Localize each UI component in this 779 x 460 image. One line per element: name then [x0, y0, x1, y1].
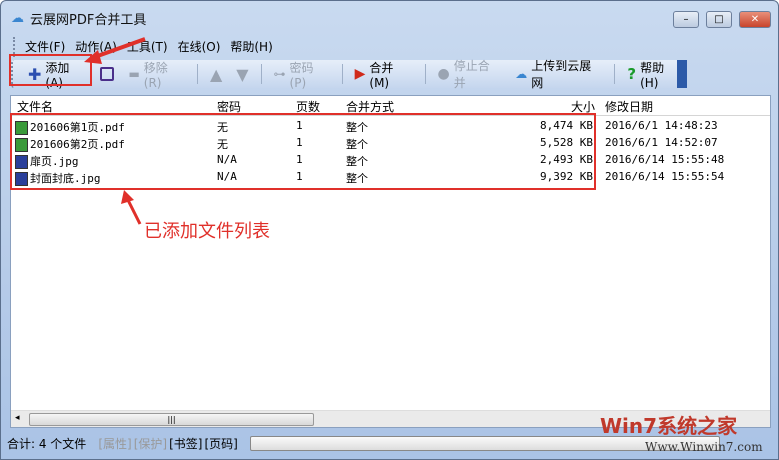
annotation-arrow-add — [84, 37, 146, 64]
upload-label: 上传到云展网 — [531, 59, 592, 90]
separator — [614, 64, 616, 84]
cloud-icon: ☁ — [515, 67, 528, 81]
bookmark-button[interactable]: [书签] — [169, 435, 202, 452]
separator — [341, 64, 343, 84]
date-text: 2016/6/1 14:48:23 — [605, 119, 718, 132]
arrow-up-icon: ▲ — [209, 64, 223, 84]
date-text: 2016/6/1 14:52:07 — [605, 136, 718, 149]
help-label: 帮助(H) — [640, 60, 665, 90]
col-date[interactable]: 修改日期 — [605, 98, 653, 115]
merge-button[interactable]: ▶ 合并(M) — [350, 61, 418, 90]
cell-date: 2016/6/1 14:48:23 — [605, 119, 718, 132]
move-up-button[interactable]: ▲ — [205, 62, 227, 86]
stop-merge-button[interactable]: ● 停止合并 — [433, 59, 507, 90]
stop-label: 停止合并 — [453, 59, 490, 90]
date-text: 2016/6/14 15:55:54 — [605, 170, 725, 183]
attr-button[interactable]: [属性] — [98, 435, 131, 452]
watermark-url: Www.Winwin7.com — [645, 440, 763, 454]
cloud-icon: ☁ — [11, 11, 24, 26]
cell-date: 2016/6/1 14:52:07 — [605, 136, 718, 149]
scroll-left-icon[interactable]: ◂ — [15, 413, 20, 423]
separator — [260, 64, 262, 84]
minus-icon: ▬ — [128, 67, 140, 81]
menu-online[interactable]: 在线(O) — [178, 37, 221, 57]
key-icon: ⊶ — [273, 67, 286, 81]
title-bar: ☁ 云展网PDF合并工具 — [11, 9, 146, 28]
cell-date: 2016/6/14 15:55:54 — [605, 170, 724, 183]
date-text: 2016/6/14 15:55:48 — [605, 153, 725, 166]
separator — [196, 64, 198, 84]
maximize-button[interactable]: □ — [706, 11, 732, 28]
merge-label: 合并(M) — [369, 60, 394, 90]
toolbar-overflow-button[interactable] — [677, 60, 687, 88]
file-count: 合计: 4 个文件 — [7, 436, 87, 451]
arrow-down-icon: ▼ — [236, 64, 249, 84]
help-icon: ? — [627, 65, 637, 83]
app-window: ☁ 云展网PDF合并工具 – □ ✕ 文件(F) 动作(A) 工具(T) 在线(O… — [0, 0, 779, 460]
cell-date: 2016/6/14 15:55:48 — [605, 153, 724, 166]
menu-help[interactable]: 帮助(H) — [230, 37, 272, 57]
upload-button[interactable]: ☁ 上传到云展网 — [510, 59, 607, 90]
file-list-highlight-box — [10, 113, 596, 190]
watermark-brand: Win7系统之家 — [600, 414, 738, 438]
merge-icon: ▶ — [354, 66, 366, 82]
password-button[interactable]: ⊶ 密码(P) — [269, 61, 335, 90]
stop-icon: ● — [437, 66, 450, 82]
window-title: 云展网PDF合并工具 — [30, 13, 147, 28]
annotation-text: 已添加文件列表 — [144, 221, 270, 242]
minimize-button[interactable]: – — [673, 11, 699, 28]
password-label: 密码(P) — [289, 60, 314, 90]
move-down-button[interactable]: ▼ — [231, 62, 253, 86]
protect-button[interactable]: [保护] — [134, 435, 167, 452]
separator — [424, 64, 426, 84]
scrollbar-thumb[interactable]: ||| — [29, 413, 314, 426]
square-icon — [100, 67, 115, 81]
close-button[interactable]: ✕ — [739, 11, 771, 28]
pagenum-button[interactable]: [页码] — [204, 435, 237, 452]
